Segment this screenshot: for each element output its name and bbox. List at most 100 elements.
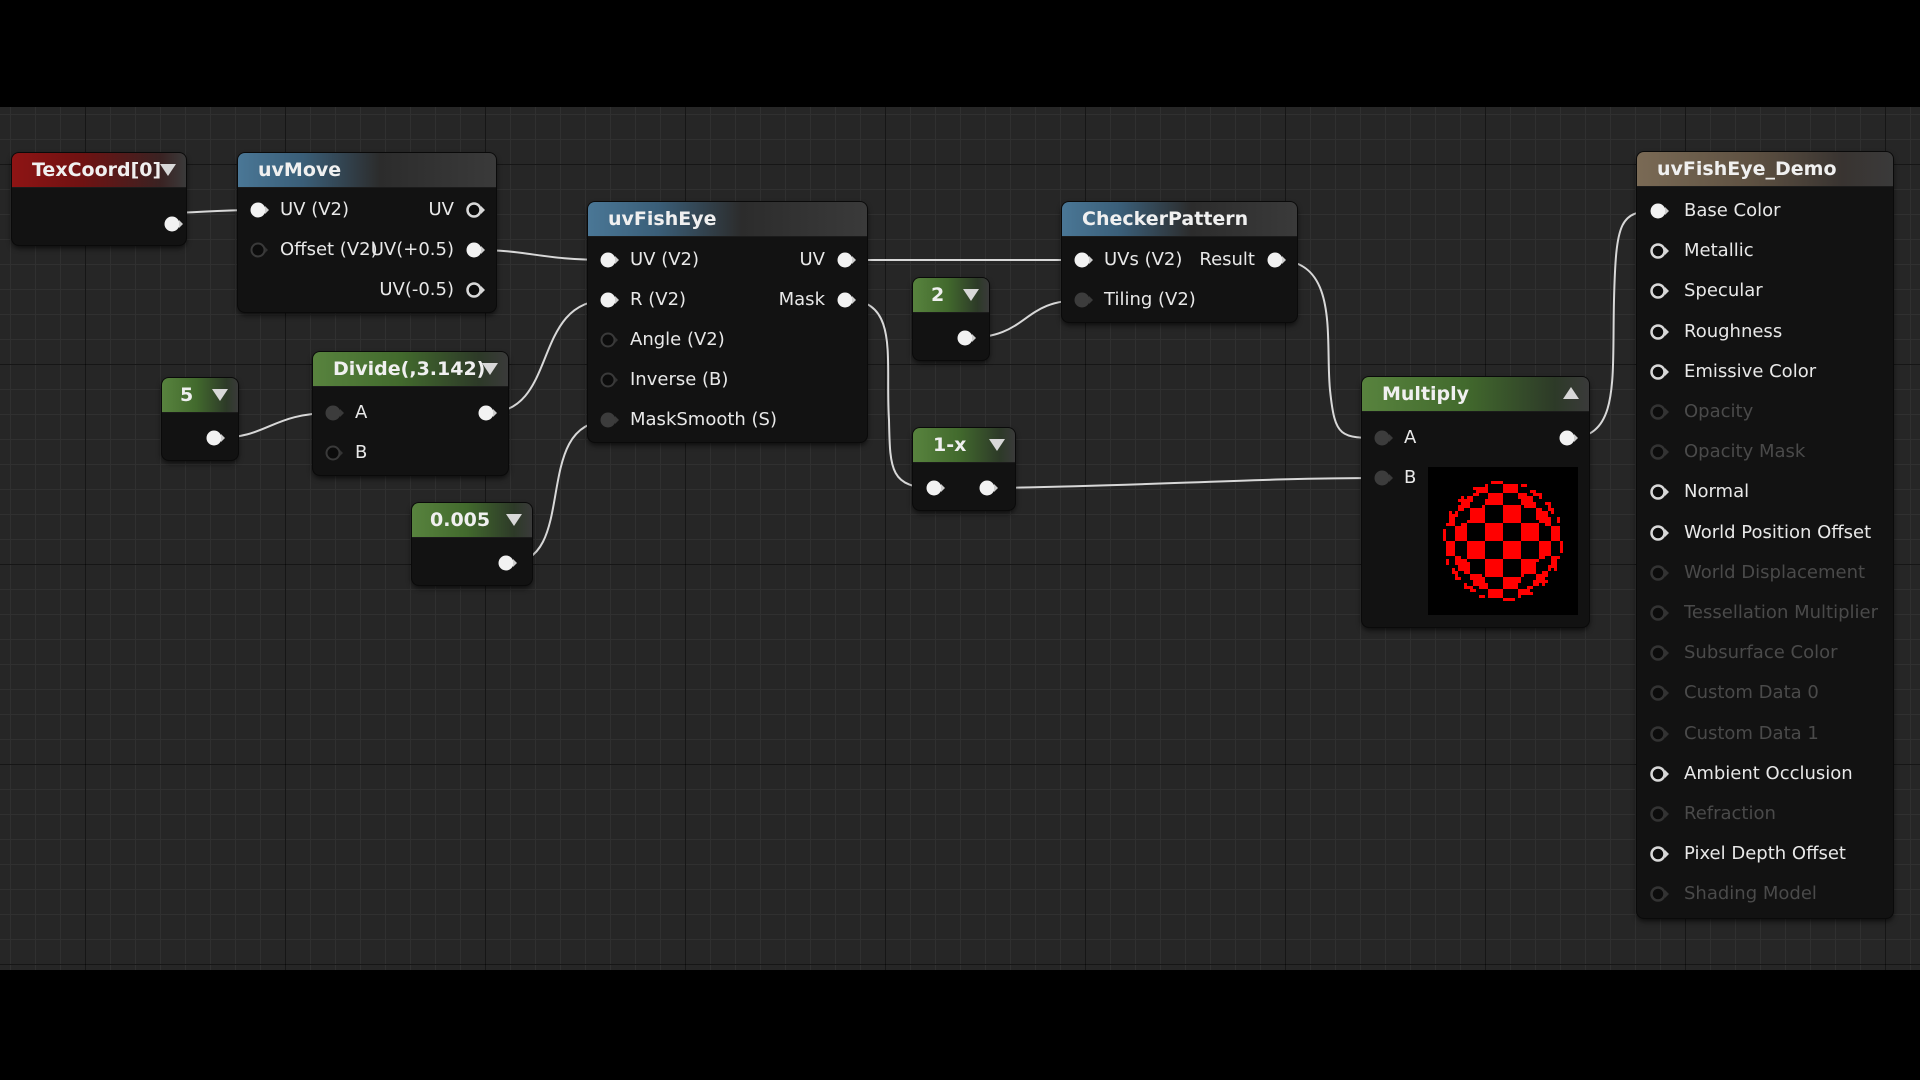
checker-cell xyxy=(1527,565,1530,568)
output-pin-connected[interactable] xyxy=(464,239,486,261)
input-pin-connected-dim[interactable] xyxy=(1072,289,1094,311)
input-pin-open[interactable] xyxy=(1648,280,1670,302)
result-input-row[interactable]: Custom Data 1 xyxy=(1637,722,1893,746)
result-input-row[interactable]: Custom Data 0 xyxy=(1637,681,1893,705)
input-pin-disabled[interactable] xyxy=(1648,883,1670,905)
output-pin-connected[interactable] xyxy=(835,249,857,271)
node-header[interactable]: uvMove xyxy=(238,153,496,188)
collapse-arrow-icon[interactable] xyxy=(963,289,979,301)
checker-cell xyxy=(1494,565,1497,568)
collapse-arrow-icon[interactable] xyxy=(506,514,522,526)
input-pin-disabled[interactable] xyxy=(1648,682,1670,704)
result-input-row[interactable]: Normal xyxy=(1637,480,1893,504)
node-header[interactable]: Divide(,3.142) xyxy=(313,352,508,387)
input-pin-open[interactable] xyxy=(1648,361,1670,383)
node-header[interactable]: TexCoord[0] xyxy=(12,153,186,188)
result-input-row[interactable]: Emissive Color xyxy=(1637,360,1893,384)
input-pin-unconnected[interactable] xyxy=(598,369,620,391)
input-pin-unconnected[interactable] xyxy=(323,442,345,464)
pin-glyph-icon xyxy=(1650,364,1669,380)
input-pin-connected[interactable] xyxy=(1072,249,1094,271)
node-header[interactable]: uvFishEye_Demo xyxy=(1637,152,1893,187)
input-pin-disabled[interactable] xyxy=(1648,562,1670,584)
input-pin-disabled[interactable] xyxy=(1648,803,1670,825)
result-input-row[interactable]: Base Color xyxy=(1637,199,1893,223)
node-texcoord[interactable]: TexCoord[0] xyxy=(12,153,186,245)
collapse-arrow-icon[interactable] xyxy=(482,363,498,375)
input-pin-connected-dim[interactable] xyxy=(1372,427,1394,449)
input-pin-open[interactable] xyxy=(1648,481,1670,503)
checker-cell xyxy=(1539,508,1542,511)
output-pin-open[interactable] xyxy=(464,199,486,221)
node-material-result[interactable]: uvFishEye_Demo Base Color Metallic Specula… xyxy=(1637,152,1893,918)
node-header[interactable]: uvFishEye xyxy=(588,202,867,237)
node-constant-0005[interactable]: 0.005 xyxy=(412,503,532,585)
output-pin-connected[interactable] xyxy=(977,477,999,499)
input-pin-open[interactable] xyxy=(1648,763,1670,785)
output-pin-connected[interactable] xyxy=(955,327,977,349)
output-pin-connected[interactable] xyxy=(476,402,498,424)
input-pin-disabled[interactable] xyxy=(1648,441,1670,463)
node-divide[interactable]: Divide(,3.142) A B xyxy=(313,352,508,475)
expand-arrow-icon[interactable] xyxy=(1563,387,1579,399)
collapse-arrow-icon[interactable] xyxy=(989,439,1005,451)
node-one-minus[interactable]: 1-x xyxy=(913,428,1015,510)
output-pin-connected[interactable] xyxy=(162,213,184,235)
node-header[interactable]: Multiply xyxy=(1362,377,1589,412)
node-checkerpattern[interactable]: CheckerPattern UVs (V2) Result Tiling (V… xyxy=(1062,202,1297,322)
node-header[interactable]: 5 xyxy=(162,378,238,413)
result-input-row[interactable]: Specular xyxy=(1637,279,1893,303)
input-pin-unconnected[interactable] xyxy=(248,239,270,261)
checker-cell xyxy=(1473,517,1476,520)
node-constant-2[interactable]: 2 xyxy=(913,278,989,360)
input-pin-unconnected[interactable] xyxy=(598,329,620,351)
result-input-row[interactable]: Opacity Mask xyxy=(1637,440,1893,464)
input-pin-connected[interactable] xyxy=(598,289,620,311)
checker-cell xyxy=(1455,556,1458,559)
input-pin-open[interactable] xyxy=(1648,522,1670,544)
result-input-row[interactable]: World Displacement xyxy=(1637,561,1893,585)
input-pin-connected[interactable] xyxy=(248,199,270,221)
result-input-row[interactable]: Subsurface Color xyxy=(1637,641,1893,665)
result-input-row[interactable]: Metallic xyxy=(1637,239,1893,263)
input-pin-open[interactable] xyxy=(1648,321,1670,343)
input-pin-connected-dim[interactable] xyxy=(598,409,620,431)
input-pin-connected[interactable] xyxy=(1648,200,1670,222)
node-uvfisheye[interactable]: uvFishEye UV (V2) UV R (V2) Mask Angle (… xyxy=(588,202,867,442)
node-header[interactable]: 2 xyxy=(913,278,989,313)
input-pin-connected[interactable] xyxy=(924,477,946,499)
result-input-row[interactable]: Tessellation Multiplier xyxy=(1637,601,1893,625)
output-pin-connected[interactable] xyxy=(204,427,226,449)
result-input-row[interactable]: World Position Offset xyxy=(1637,521,1893,545)
result-input-row[interactable]: Pixel Depth Offset xyxy=(1637,842,1893,866)
collapse-arrow-icon[interactable] xyxy=(212,389,228,401)
node-multiply[interactable]: Multiply A B xyxy=(1362,377,1589,627)
collapse-arrow-icon[interactable] xyxy=(160,164,176,176)
result-input-row[interactable]: Refraction xyxy=(1637,802,1893,826)
input-pin-disabled[interactable] xyxy=(1648,602,1670,624)
node-uvmove[interactable]: uvMove UV (V2) UV Offset (V2) UV(+0.5) U… xyxy=(238,153,496,312)
result-input-row[interactable]: Roughness xyxy=(1637,320,1893,344)
output-pin-connected[interactable] xyxy=(835,289,857,311)
input-pin-open[interactable] xyxy=(1648,240,1670,262)
checker-cell xyxy=(1455,514,1458,517)
input-pin-connected-dim[interactable] xyxy=(1372,467,1394,489)
result-input-row[interactable]: Ambient Occlusion xyxy=(1637,762,1893,786)
output-pin-connected[interactable] xyxy=(1265,249,1287,271)
input-pin-disabled[interactable] xyxy=(1648,723,1670,745)
node-header[interactable]: 1-x xyxy=(913,428,1015,463)
input-pin-open[interactable] xyxy=(1648,843,1670,865)
input-pin-disabled[interactable] xyxy=(1648,642,1670,664)
node-constant-5[interactable]: 5 xyxy=(162,378,238,460)
output-pin-connected[interactable] xyxy=(1557,427,1579,449)
input-pin-disabled[interactable] xyxy=(1648,401,1670,423)
checker-cell xyxy=(1530,592,1533,595)
node-header[interactable]: 0.005 xyxy=(412,503,532,538)
output-pin-connected[interactable] xyxy=(496,552,518,574)
result-input-row[interactable]: Shading Model xyxy=(1637,882,1893,906)
input-pin-connected-dim[interactable] xyxy=(323,402,345,424)
input-pin-connected[interactable] xyxy=(598,249,620,271)
result-input-row[interactable]: Opacity xyxy=(1637,400,1893,424)
output-pin-open[interactable] xyxy=(464,279,486,301)
node-header[interactable]: CheckerPattern xyxy=(1062,202,1297,237)
